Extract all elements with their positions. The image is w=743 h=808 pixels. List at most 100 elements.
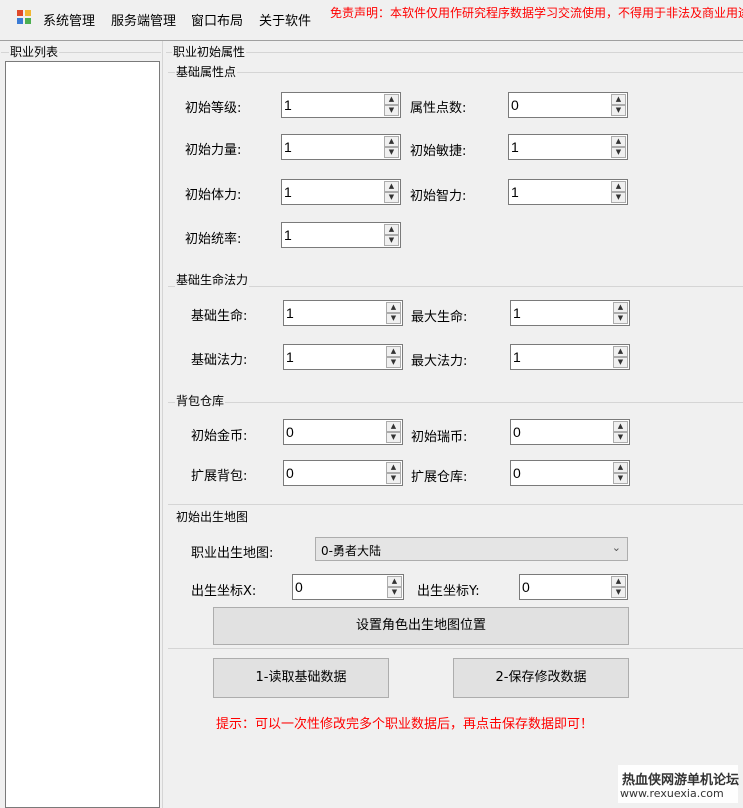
- spin-down-icon[interactable]: ▼: [384, 147, 399, 158]
- spawn-x-label: 出生坐标X:: [191, 584, 257, 599]
- strength-input[interactable]: [284, 138, 380, 156]
- app-icon: [16, 9, 32, 25]
- attr-points-spinner[interactable]: ▲▼: [508, 92, 628, 118]
- spin-down-icon[interactable]: ▼: [613, 357, 628, 368]
- spawn-map-select[interactable]: 0-勇者大陆 ⌄: [315, 537, 628, 561]
- spin-up-icon[interactable]: ▲: [384, 224, 399, 235]
- base-hp-spinner[interactable]: ▲▼: [283, 300, 403, 326]
- spawn-bottom-border: [168, 648, 743, 649]
- agility-input[interactable]: [511, 138, 607, 156]
- spin-down-icon[interactable]: ▼: [387, 587, 402, 598]
- left-panel-title: 职业列表: [9, 43, 60, 60]
- profession-list[interactable]: [5, 61, 160, 808]
- level-input[interactable]: [284, 96, 380, 114]
- base-hp-input[interactable]: [286, 304, 382, 322]
- menu-divider: [0, 40, 743, 41]
- spawn-y-label: 出生坐标Y:: [417, 584, 480, 599]
- menu-about[interactable]: 关于软件: [259, 10, 311, 29]
- menu-window-layout[interactable]: 窗口布局: [191, 10, 243, 29]
- spin-up-icon[interactable]: ▲: [386, 421, 401, 432]
- spin-down-icon[interactable]: ▼: [611, 192, 626, 203]
- expand-bag-spinner[interactable]: ▲▼: [283, 460, 403, 486]
- command-spinner[interactable]: ▲▼: [281, 222, 401, 248]
- spin-down-icon[interactable]: ▼: [613, 473, 628, 484]
- max-mp-label: 最大法力:: [411, 354, 468, 369]
- spin-down-icon[interactable]: ▼: [386, 357, 401, 368]
- watermark-url: www.rexuexia.com: [620, 787, 724, 800]
- spin-up-icon[interactable]: ▲: [611, 181, 626, 192]
- spin-up-icon[interactable]: ▲: [613, 302, 628, 313]
- stamina-input[interactable]: [284, 183, 380, 201]
- base-mp-spinner[interactable]: ▲▼: [283, 344, 403, 370]
- spin-up-icon[interactable]: ▲: [387, 576, 402, 587]
- spin-down-icon[interactable]: ▼: [384, 235, 399, 246]
- spin-up-icon[interactable]: ▲: [384, 136, 399, 147]
- spin-down-icon[interactable]: ▼: [384, 105, 399, 116]
- base-mp-label: 基础法力:: [191, 353, 248, 368]
- max-hp-input[interactable]: [513, 304, 609, 322]
- max-hp-spinner[interactable]: ▲▼: [510, 300, 630, 326]
- disclaimer-text: 免责声明：本软件仅用作研究程序数据学习交流使用，不得用于非法及商业用途: [330, 6, 743, 20]
- base-hp-label: 基础生命:: [191, 309, 248, 324]
- spin-up-icon[interactable]: ▲: [384, 181, 399, 192]
- command-input[interactable]: [284, 226, 380, 244]
- spin-down-icon[interactable]: ▼: [386, 473, 401, 484]
- spin-up-icon[interactable]: ▲: [611, 94, 626, 105]
- spin-down-icon[interactable]: ▼: [384, 192, 399, 203]
- hp-mp-title: 基础生命法力: [175, 271, 250, 288]
- spin-up-icon[interactable]: ▲: [611, 136, 626, 147]
- spawn-y-input[interactable]: [522, 578, 607, 596]
- gold-input[interactable]: [286, 423, 382, 441]
- chevron-down-icon: ⌄: [611, 541, 621, 554]
- read-data-button[interactable]: 1-读取基础数据: [213, 658, 389, 698]
- spawn-map-label: 职业出生地图:: [191, 546, 274, 561]
- spin-up-icon[interactable]: ▲: [386, 462, 401, 473]
- agility-spinner[interactable]: ▲▼: [508, 134, 628, 160]
- expand-bag-label: 扩展背包:: [191, 469, 248, 484]
- attr-points-input[interactable]: [511, 96, 607, 114]
- set-spawn-position-button[interactable]: 设置角色出生地图位置: [213, 607, 629, 645]
- spin-up-icon[interactable]: ▲: [386, 302, 401, 313]
- max-mp-input[interactable]: [513, 348, 609, 366]
- spin-down-icon[interactable]: ▼: [386, 313, 401, 324]
- menu-system[interactable]: 系统管理: [43, 10, 95, 29]
- watermark-title: 热血侠网游单机论坛: [622, 773, 740, 788]
- rui-coin-label: 初始瑞币:: [411, 430, 468, 445]
- gold-label: 初始金币:: [191, 429, 248, 444]
- spawn-x-spinner[interactable]: ▲▼: [292, 574, 404, 600]
- expand-storage-spinner[interactable]: ▲▼: [510, 460, 630, 486]
- expand-storage-input[interactable]: [513, 464, 609, 482]
- spin-down-icon[interactable]: ▼: [386, 432, 401, 443]
- spin-up-icon[interactable]: ▲: [613, 462, 628, 473]
- expand-bag-input[interactable]: [286, 464, 382, 482]
- spawn-y-spinner[interactable]: ▲▼: [519, 574, 628, 600]
- base-mp-input[interactable]: [286, 348, 382, 366]
- intellect-input[interactable]: [511, 183, 607, 201]
- strength-spinner[interactable]: ▲▼: [281, 134, 401, 160]
- intellect-spinner[interactable]: ▲▼: [508, 179, 628, 205]
- level-spinner[interactable]: ▲▼: [281, 92, 401, 118]
- save-data-button[interactable]: 2-保存修改数据: [453, 658, 629, 698]
- spin-up-icon[interactable]: ▲: [386, 346, 401, 357]
- spin-down-icon[interactable]: ▼: [611, 587, 626, 598]
- command-label: 初始统率:: [185, 232, 242, 247]
- spin-up-icon[interactable]: ▲: [611, 576, 626, 587]
- menu-server[interactable]: 服务端管理: [111, 10, 176, 29]
- spin-up-icon[interactable]: ▲: [384, 94, 399, 105]
- agility-label: 初始敏捷:: [410, 144, 467, 159]
- rui-coin-input[interactable]: [513, 423, 609, 441]
- max-mp-spinner[interactable]: ▲▼: [510, 344, 630, 370]
- spin-down-icon[interactable]: ▼: [611, 105, 626, 116]
- stamina-spinner[interactable]: ▲▼: [281, 179, 401, 205]
- main-title: 职业初始属性: [172, 43, 247, 60]
- spin-down-icon[interactable]: ▼: [613, 432, 628, 443]
- rui-coin-spinner[interactable]: ▲▼: [510, 419, 630, 445]
- spin-down-icon[interactable]: ▼: [613, 313, 628, 324]
- panel-divider: [162, 41, 163, 808]
- spin-down-icon[interactable]: ▼: [611, 147, 626, 158]
- spin-up-icon[interactable]: ▲: [613, 346, 628, 357]
- attr-points-label: 属性点数:: [410, 101, 467, 116]
- spin-up-icon[interactable]: ▲: [613, 421, 628, 432]
- gold-spinner[interactable]: ▲▼: [283, 419, 403, 445]
- spawn-x-input[interactable]: [295, 578, 383, 596]
